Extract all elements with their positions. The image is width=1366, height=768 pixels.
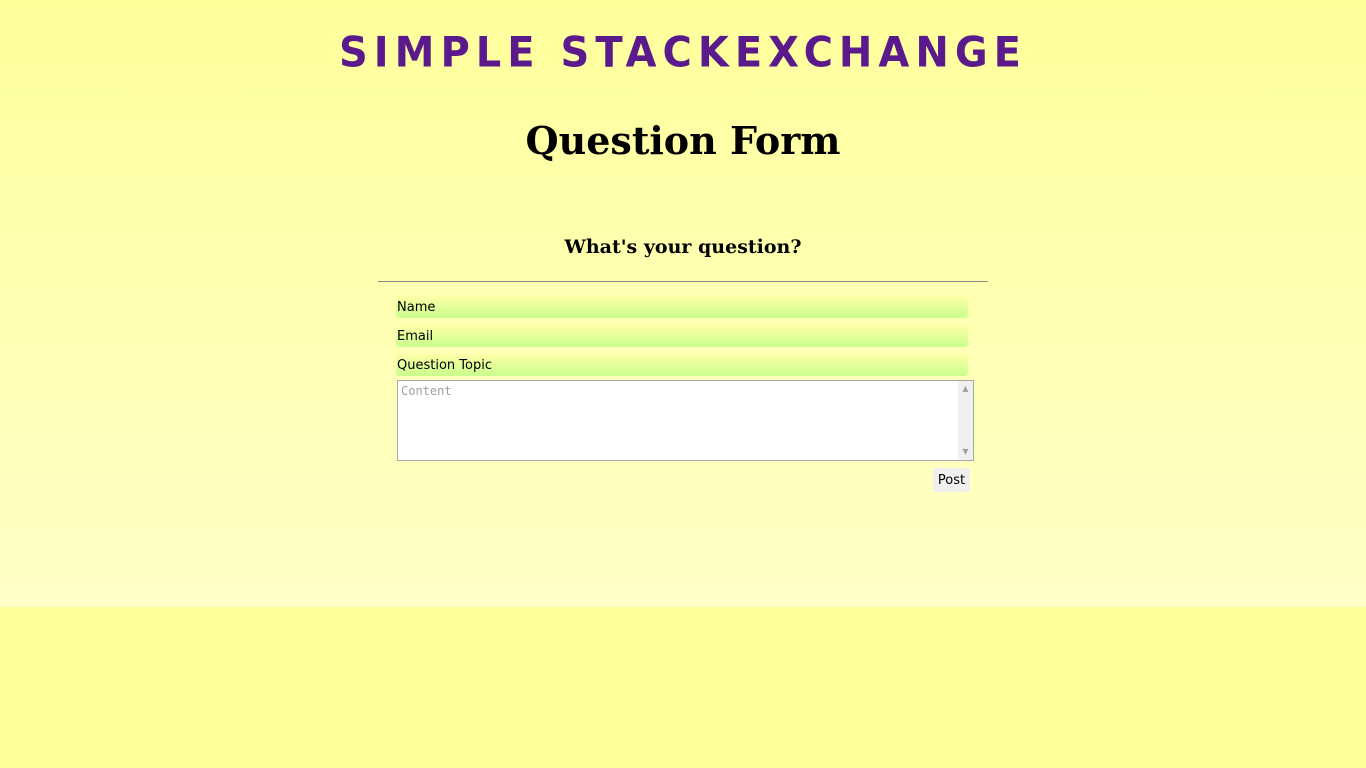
scroll-down-arrow-icon[interactable]: ▼ <box>958 445 973 459</box>
content-scrollbar[interactable]: ▲ ▼ <box>958 381 973 460</box>
scroll-up-arrow-icon[interactable]: ▲ <box>958 382 973 396</box>
page: Simple Stackexchange Question Form What'… <box>0 0 1366 607</box>
site-title[interactable]: Simple Stackexchange <box>0 29 1366 77</box>
name-field[interactable] <box>396 296 968 318</box>
email-field[interactable] <box>396 325 968 347</box>
content-box: ▲ ▼ <box>397 380 974 461</box>
form-divider <box>378 281 988 282</box>
form-prompt: What's your question? <box>564 236 802 258</box>
question-topic-field[interactable] <box>396 354 968 376</box>
page-heading: Question Form <box>525 118 841 163</box>
content-textarea[interactable] <box>398 381 958 460</box>
post-button[interactable]: Post <box>933 468 970 492</box>
